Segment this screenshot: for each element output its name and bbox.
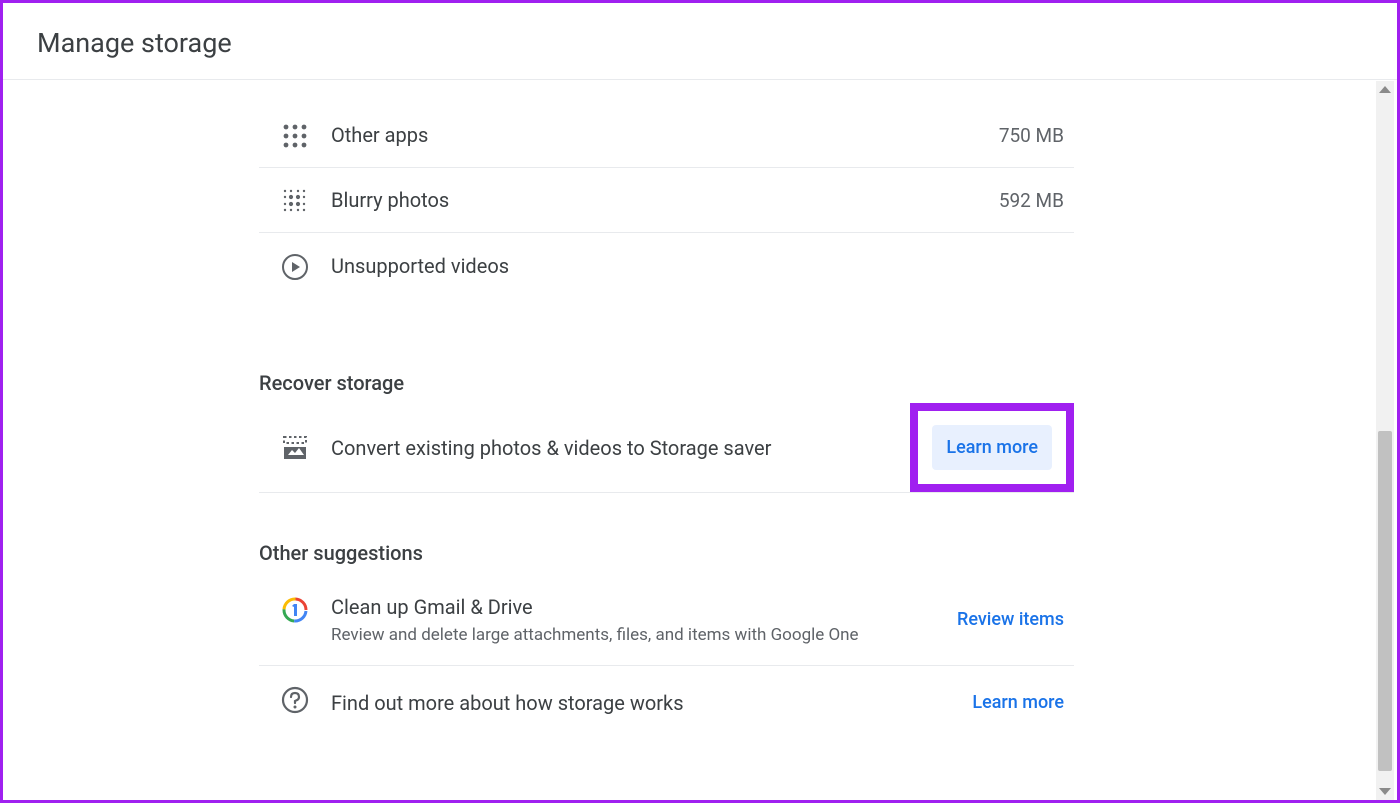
row-label: Unsupported videos: [331, 252, 1074, 280]
learn-more-link[interactable]: Learn more: [962, 684, 1074, 721]
row-sublabel: Review and delete large attachments, fil…: [331, 625, 947, 645]
row-value: 592 MB: [999, 189, 1074, 212]
scroll-up-icon[interactable]: [1379, 86, 1391, 93]
row-value: 750 MB: [999, 124, 1074, 147]
play-circle-icon: [259, 251, 331, 281]
row-label: Find out more about how storage works: [331, 689, 962, 717]
row-label: Other apps: [331, 121, 999, 149]
scroll-down-icon[interactable]: [1379, 788, 1391, 795]
suggestion-row-learn-storage[interactable]: Find out more about how storage works Le…: [259, 666, 1074, 739]
section-title-suggestions: Other suggestions: [259, 541, 1074, 565]
blurry-icon: [259, 186, 331, 214]
scroll-thumb[interactable]: [1378, 431, 1392, 771]
help-circle-icon: [259, 684, 331, 714]
recover-row: Convert existing photos & videos to Stor…: [259, 403, 1074, 493]
suggestion-row-cleanup[interactable]: Clean up Gmail & Drive Review and delete…: [259, 573, 1074, 666]
apps-icon: [259, 121, 331, 149]
page-title: Manage storage: [3, 3, 1397, 80]
review-items-link[interactable]: Review items: [947, 601, 1074, 638]
row-label: Convert existing photos & videos to Stor…: [331, 434, 910, 462]
google-one-icon: [259, 593, 331, 624]
section-title-recover: Recover storage: [259, 371, 1074, 395]
scroll-area: Other apps 750 MB Blurry photos 592 MB: [3, 81, 1375, 800]
highlight-annotation: Learn more: [910, 403, 1074, 492]
row-label: Blurry photos: [331, 186, 999, 214]
storage-row-unsupported-videos[interactable]: Unsupported videos: [259, 233, 1074, 299]
storage-saver-icon: [259, 435, 331, 461]
storage-row-other-apps[interactable]: Other apps 750 MB: [259, 103, 1074, 168]
row-label: Clean up Gmail & Drive: [331, 593, 947, 621]
storage-row-blurry-photos[interactable]: Blurry photos 592 MB: [259, 168, 1074, 233]
learn-more-button[interactable]: Learn more: [932, 425, 1052, 470]
scrollbar[interactable]: [1376, 81, 1394, 800]
